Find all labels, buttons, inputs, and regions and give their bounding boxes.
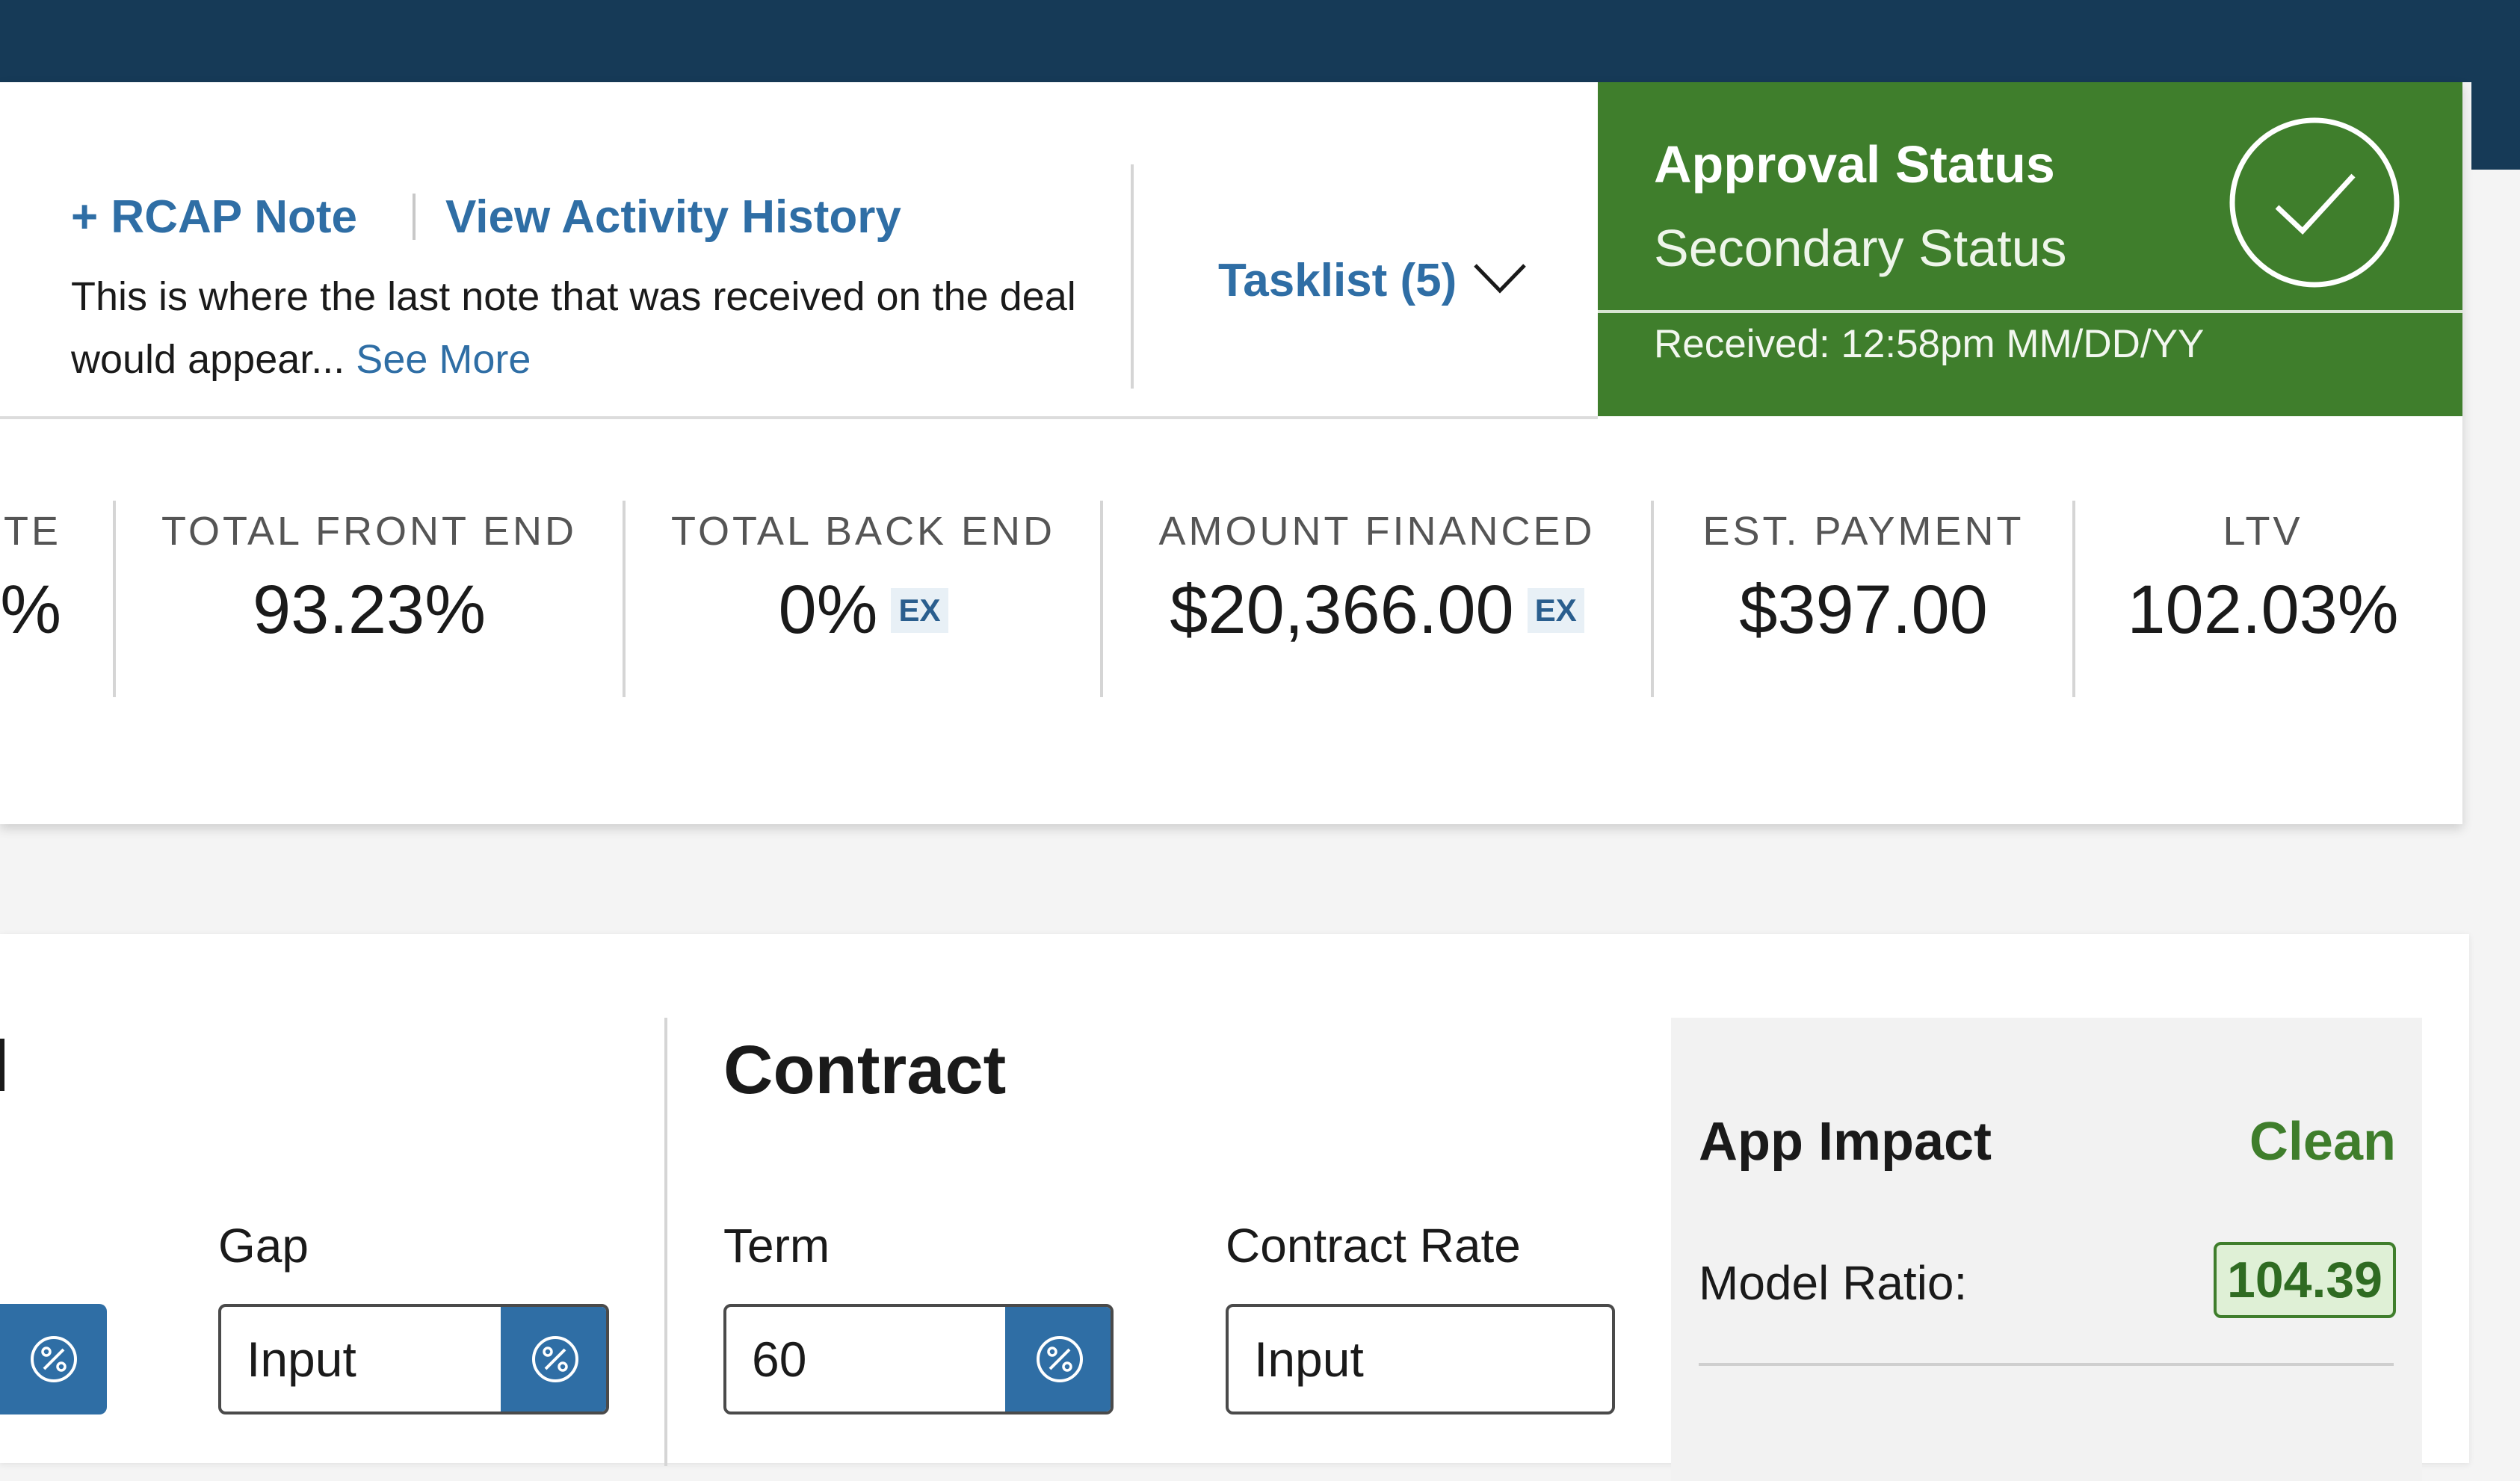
gap-input[interactable]: Input (218, 1304, 609, 1414)
approval-divider (1598, 310, 2462, 313)
metric-label: TE (3, 509, 61, 554)
ex-badge[interactable]: EX (891, 587, 948, 633)
header-divider (1131, 164, 1134, 389)
metric-label: LTV (2223, 509, 2303, 554)
term-label: Term (723, 1219, 830, 1273)
approval-status-panel: Approval Status Secondary Status Receive… (1598, 82, 2462, 416)
metric-value-row: $20,366.00 EX (1103, 571, 1651, 649)
percent-icon (531, 1336, 578, 1382)
tasklist-dropdown[interactable]: Tasklist (5) (1218, 243, 1527, 318)
metric-est-payment: EST. PAYMENT $397.00 (1654, 508, 2073, 649)
percent-icon (30, 1336, 77, 1382)
link-separator (413, 194, 416, 240)
metric-value: % (0, 572, 61, 648)
last-note-text: This is where the last note that was rec… (71, 274, 1076, 382)
metric-total-front-end: TOTAL FRONT END 93.23% (116, 508, 623, 649)
metric-amount-financed: AMOUNT FINANCED $20,366.00 EX (1103, 508, 1651, 649)
last-note-preview: This is where the last note that was rec… (71, 265, 1102, 391)
note-links: + RCAP Note View Activity History (71, 187, 901, 247)
model-ratio-badge: 104.39 (2214, 1242, 2396, 1318)
deal-summary-card: + RCAP Note View Activity History This i… (0, 82, 2462, 824)
contract-section-title: Contract (723, 1032, 1007, 1108)
add-rcap-note-link[interactable]: + RCAP Note (71, 191, 357, 244)
chevron-down-icon (1473, 262, 1527, 299)
contract-rate-input[interactable]: Input (1226, 1304, 1615, 1414)
received-timestamp: Received: 12:58pm MM/DD/YY (1654, 322, 2205, 366)
percent-icon (1036, 1336, 1083, 1382)
tasklist-label: Tasklist (5) (1218, 254, 1457, 306)
view-activity-history-link[interactable]: View Activity History (445, 191, 901, 244)
contract-rate-label: Contract Rate (1226, 1219, 1521, 1273)
section-divider (664, 1018, 667, 1466)
checkmark-circle-icon (2228, 116, 2401, 293)
metric-value: $397.00 (1739, 572, 1988, 648)
gap-percent-button[interactable] (501, 1307, 606, 1412)
approval-status-title: Approval Status (1654, 135, 2055, 194)
metric-partial: TE % (0, 508, 61, 649)
impact-divider (1699, 1363, 2394, 1366)
metric-label: AMOUNT FINANCED (1158, 509, 1596, 554)
metric-value: 102.03% (2127, 572, 2399, 648)
see-more-link[interactable]: See More (356, 337, 531, 382)
app-impact-title: App Impact (1699, 1112, 1992, 1172)
metric-value: 0% (778, 572, 878, 648)
gap-input-placeholder: Input (247, 1332, 356, 1387)
metric-label: TOTAL FRONT END (161, 509, 578, 554)
app-impact-panel: App Impact Clean Model Ratio: 104.39 (1671, 1018, 2422, 1481)
partial-section-heading (0, 1039, 4, 1091)
metric-value: $20,366.00 (1170, 572, 1514, 648)
ex-badge[interactable]: EX (1527, 587, 1584, 633)
top-navigation-bar (0, 0, 2520, 82)
metric-total-back-end: TOTAL BACK END 0% EX (626, 508, 1101, 649)
gap-label: Gap (218, 1219, 309, 1273)
header-rule (0, 416, 1598, 419)
metric-ltv: LTV 102.03% (2075, 508, 2450, 649)
percent-toggle-button[interactable] (0, 1304, 107, 1414)
deal-structure-card: Gap Input Contract Term 60 Contract Rate (0, 934, 2469, 1481)
contract-rate-placeholder: Input (1254, 1332, 1364, 1387)
metric-label: TOTAL BACK END (670, 509, 1056, 554)
model-ratio-label: Model Ratio: (1699, 1256, 1968, 1310)
term-percent-button[interactable] (1005, 1307, 1111, 1412)
metric-value: 93.23% (252, 572, 487, 648)
secondary-status: Secondary Status (1654, 219, 2067, 277)
app-impact-status: Clean (2249, 1112, 2396, 1172)
term-input-value: 60 (752, 1332, 807, 1387)
top-bar-edge (2471, 82, 2520, 170)
metric-label: EST. PAYMENT (1702, 509, 2025, 554)
metric-value-row: 0% EX (626, 571, 1101, 649)
term-input[interactable]: 60 (723, 1304, 1114, 1414)
